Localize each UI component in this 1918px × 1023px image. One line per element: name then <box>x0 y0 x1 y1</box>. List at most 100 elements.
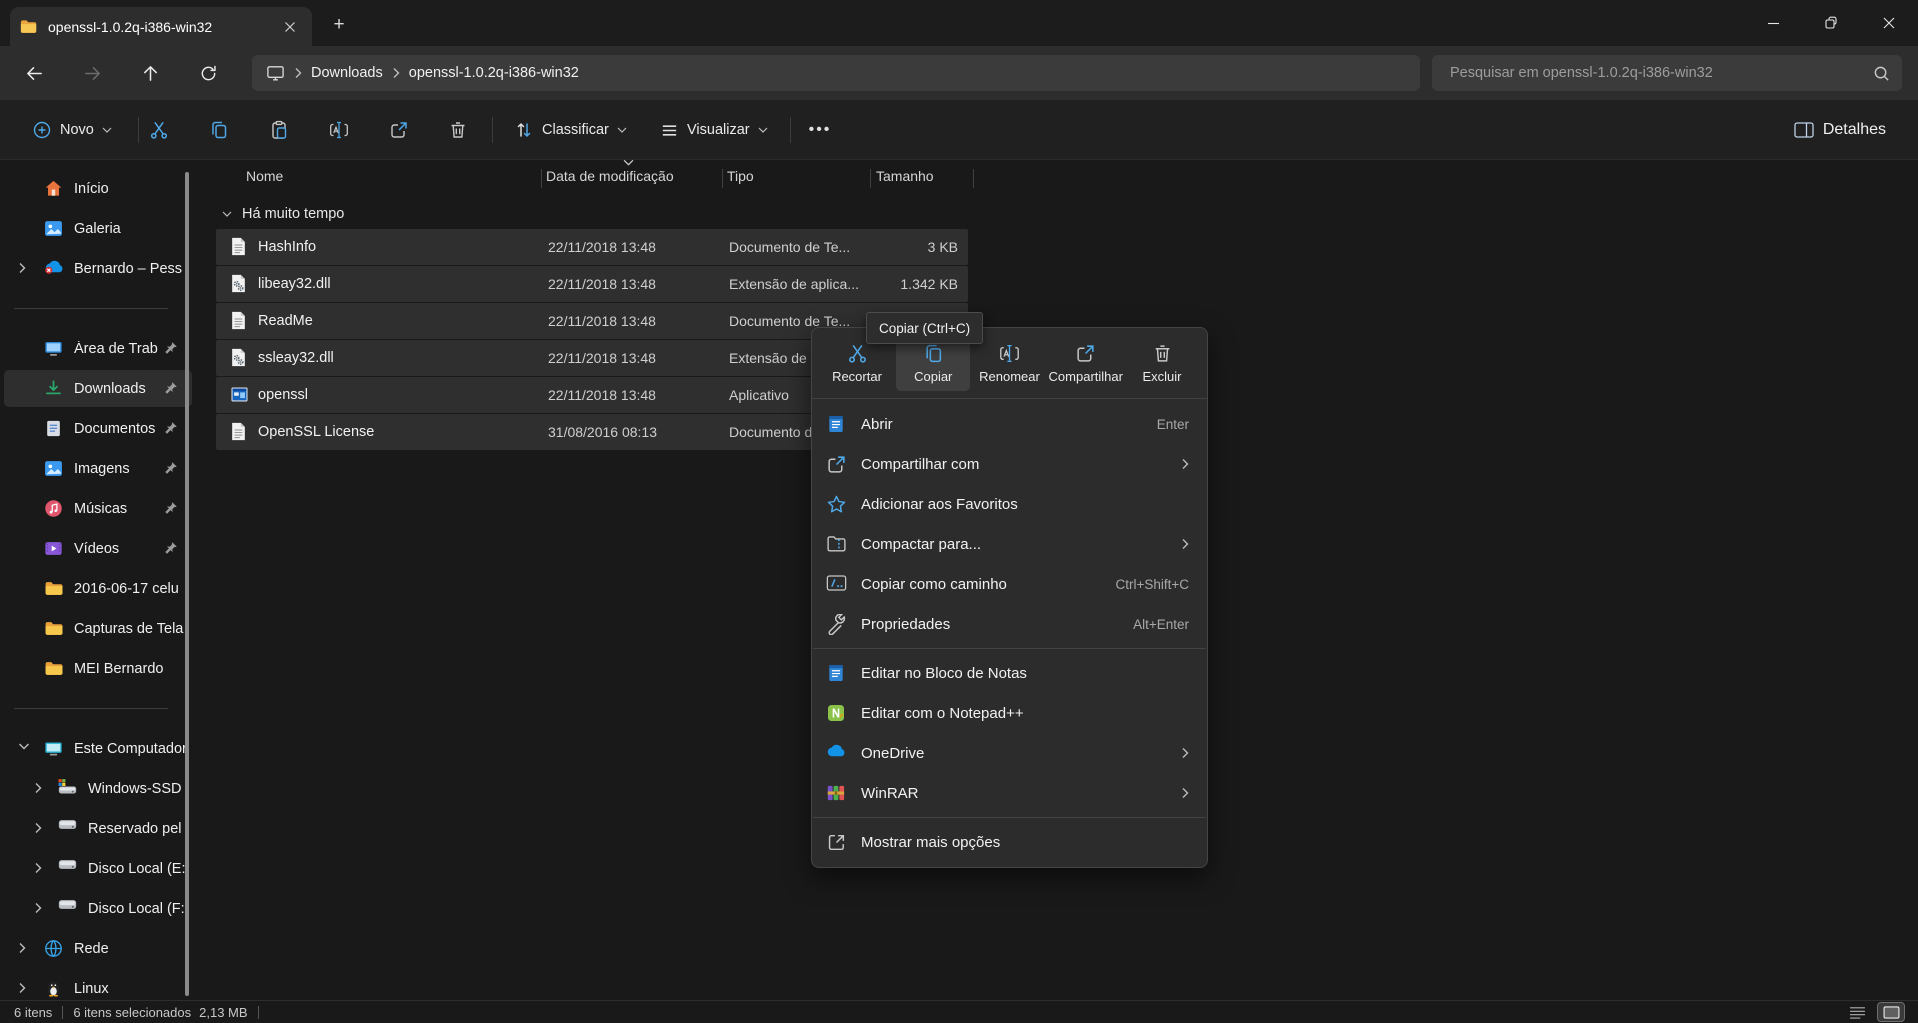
context-command-label: Copiar <box>914 369 952 384</box>
forward-button[interactable] <box>74 55 110 91</box>
new-tab-button[interactable]: + <box>326 12 352 38</box>
menu-item-label: Compartilhar com <box>861 456 979 473</box>
menu-item-editar-no-bloco-de-notas[interactable]: Editar no Bloco de Notas <box>812 653 1207 693</box>
breadcrumb[interactable]: Downloads openssl-1.0.2q-i386-win32 <box>252 55 1420 91</box>
pictures-icon <box>44 459 64 479</box>
chevron-right-icon <box>1181 458 1189 470</box>
details-view-toggle[interactable] <box>1878 1003 1904 1021</box>
back-button[interactable] <box>16 55 52 91</box>
column-header-modified[interactable]: Data de modificação <box>546 168 674 184</box>
column-separator[interactable] <box>541 169 542 188</box>
file-row-hashinfo[interactable]: HashInfo22/11/2018 13:48Documento de Te.… <box>216 229 968 265</box>
search-input[interactable] <box>1448 64 1873 82</box>
explorer-tab[interactable]: openssl-1.0.2q-i386-win32 <box>10 7 312 46</box>
menu-item-onedrive[interactable]: OneDrive <box>812 733 1207 773</box>
sidebar-item-windows-ssd[interactable]: Windows-SSD <box>4 770 192 807</box>
menu-item-copiar-como-caminho[interactable]: Copiar como caminhoCtrl+Shift+C <box>812 564 1207 604</box>
column-separator[interactable] <box>722 169 723 188</box>
file-row-libeay32-dll[interactable]: libeay32.dll22/11/2018 13:48Extensão de … <box>216 266 968 302</box>
downloads-icon <box>44 379 64 399</box>
sidebar-scrollbar[interactable] <box>185 172 189 996</box>
column-separator[interactable] <box>973 169 974 188</box>
sidebar-item-reservado-pel[interactable]: Reservado pel <box>4 810 192 847</box>
more-commands-button[interactable]: ••• <box>802 110 838 150</box>
sidebar-item-mei-bernardo[interactable]: MEI Bernardo <box>4 650 192 687</box>
column-header-name[interactable]: Nome <box>246 168 283 184</box>
music-icon <box>44 499 64 519</box>
maximize-restore-button[interactable] <box>1802 0 1860 46</box>
sidebar-item-disco-local-f[interactable]: Disco Local (F: <box>4 890 192 927</box>
sidebar-item-imagens[interactable]: Imagens <box>4 450 192 487</box>
context-command-excluir[interactable]: Excluir <box>1125 335 1199 391</box>
sort-button[interactable]: Classificar <box>506 110 635 150</box>
sidebar-item-bernardo-pess[interactable]: Bernardo – Pess <box>4 250 192 287</box>
breadcrumb-current-folder[interactable]: openssl-1.0.2q-i386-win32 <box>409 65 579 81</box>
details-pane-button[interactable]: Detalhes <box>1784 110 1896 150</box>
chevron-right-icon[interactable] <box>18 942 26 954</box>
menu-item-adicionar-aos-favoritos[interactable]: Adicionar aos Favoritos <box>812 484 1207 524</box>
sidebar-item-disco-local-e[interactable]: Disco Local (E: <box>4 850 192 887</box>
close-button[interactable] <box>1860 0 1918 46</box>
view-button[interactable]: Visualizar <box>652 110 776 150</box>
sidebar-item-m-sicas[interactable]: Músicas <box>4 490 192 527</box>
chevron-right-icon[interactable] <box>34 902 42 914</box>
column-header-type[interactable]: Tipo <box>727 168 754 184</box>
folder-icon <box>44 619 64 639</box>
sidebar-item-linux[interactable]: Linux <box>4 970 192 1000</box>
onedrive-icon <box>826 743 846 763</box>
breadcrumb-downloads[interactable]: Downloads <box>311 65 383 81</box>
cut-button[interactable] <box>140 110 178 150</box>
menu-item-abrir[interactable]: AbrirEnter <box>812 404 1207 444</box>
sidebar-item-downloads[interactable]: Downloads <box>4 370 192 407</box>
column-header-size[interactable]: Tamanho <box>876 168 934 184</box>
chevron-right-icon[interactable] <box>18 262 26 274</box>
chevron-right-icon[interactable] <box>34 782 42 794</box>
menu-item-compartilhar-com[interactable]: Compartilhar com <box>812 444 1207 484</box>
menu-item-mostrar-mais-op-es[interactable]: Mostrar mais opções <box>812 822 1207 862</box>
sidebar-item-este-computador[interactable]: Este Computador <box>4 730 192 767</box>
rename-button[interactable] <box>320 110 358 150</box>
new-button-label: Novo <box>60 122 94 138</box>
menu-item-winrar[interactable]: WinRAR <box>812 773 1207 813</box>
search-box[interactable] <box>1432 55 1902 91</box>
chevron-right-icon <box>392 67 400 79</box>
menu-item-propriedades[interactable]: PropriedadesAlt+Enter <box>812 604 1207 644</box>
paste-button[interactable] <box>260 110 298 150</box>
list-view-toggle[interactable] <box>1844 1003 1870 1021</box>
sidebar-item-galeria[interactable]: Galeria <box>4 210 192 247</box>
copy-button[interactable] <box>200 110 238 150</box>
sidebar-item-v-deos[interactable]: Vídeos <box>4 530 192 567</box>
chevron-right-icon[interactable] <box>18 982 26 994</box>
group-header[interactable]: Há muito tempo <box>214 200 344 228</box>
menu-item-editar-com-o-notepad[interactable]: Editar com o Notepad++ <box>812 693 1207 733</box>
sidebar-item-documentos[interactable]: Documentos <box>4 410 192 447</box>
sidebar-item-in-cio[interactable]: Início <box>4 170 192 207</box>
menu-item-label: Propriedades <box>861 616 950 633</box>
context-command-renomear[interactable]: Renomear <box>973 335 1047 391</box>
context-command-compartilhar[interactable]: Compartilhar <box>1049 335 1123 391</box>
minimize-button[interactable] <box>1744 0 1802 46</box>
chevron-right-icon[interactable] <box>34 862 42 874</box>
tab-close-icon[interactable] <box>278 15 302 39</box>
file-name: openssl <box>258 377 308 413</box>
sidebar-item-2016-06-17-celu[interactable]: 2016-06-17 celu <box>4 570 192 607</box>
new-button[interactable]: Novo <box>24 110 120 150</box>
sidebar-item-label: Rede <box>74 941 192 957</box>
menu-item-compactar-para[interactable]: Compactar para... <box>812 524 1207 564</box>
up-button[interactable] <box>132 55 168 91</box>
column-separator[interactable] <box>870 169 871 188</box>
file-modified: 22/11/2018 13:48 <box>548 303 656 339</box>
chevron-down-icon[interactable] <box>18 742 30 750</box>
file-size: 3 KB <box>928 229 958 265</box>
share-button[interactable] <box>380 110 418 150</box>
moreoptions-icon <box>826 832 846 852</box>
delete-button[interactable] <box>439 110 477 150</box>
toolbar-separator <box>492 117 493 143</box>
chevron-right-icon[interactable] <box>34 822 42 834</box>
trash-icon <box>1152 343 1173 364</box>
sidebar-item-rea-de-trab[interactable]: Área de Trab <box>4 330 192 367</box>
computer-icon <box>44 739 64 759</box>
sidebar-item-capturas-de-tela[interactable]: Capturas de Tela <box>4 610 192 647</box>
refresh-button[interactable] <box>190 55 226 91</box>
sidebar-item-rede[interactable]: Rede <box>4 930 192 967</box>
